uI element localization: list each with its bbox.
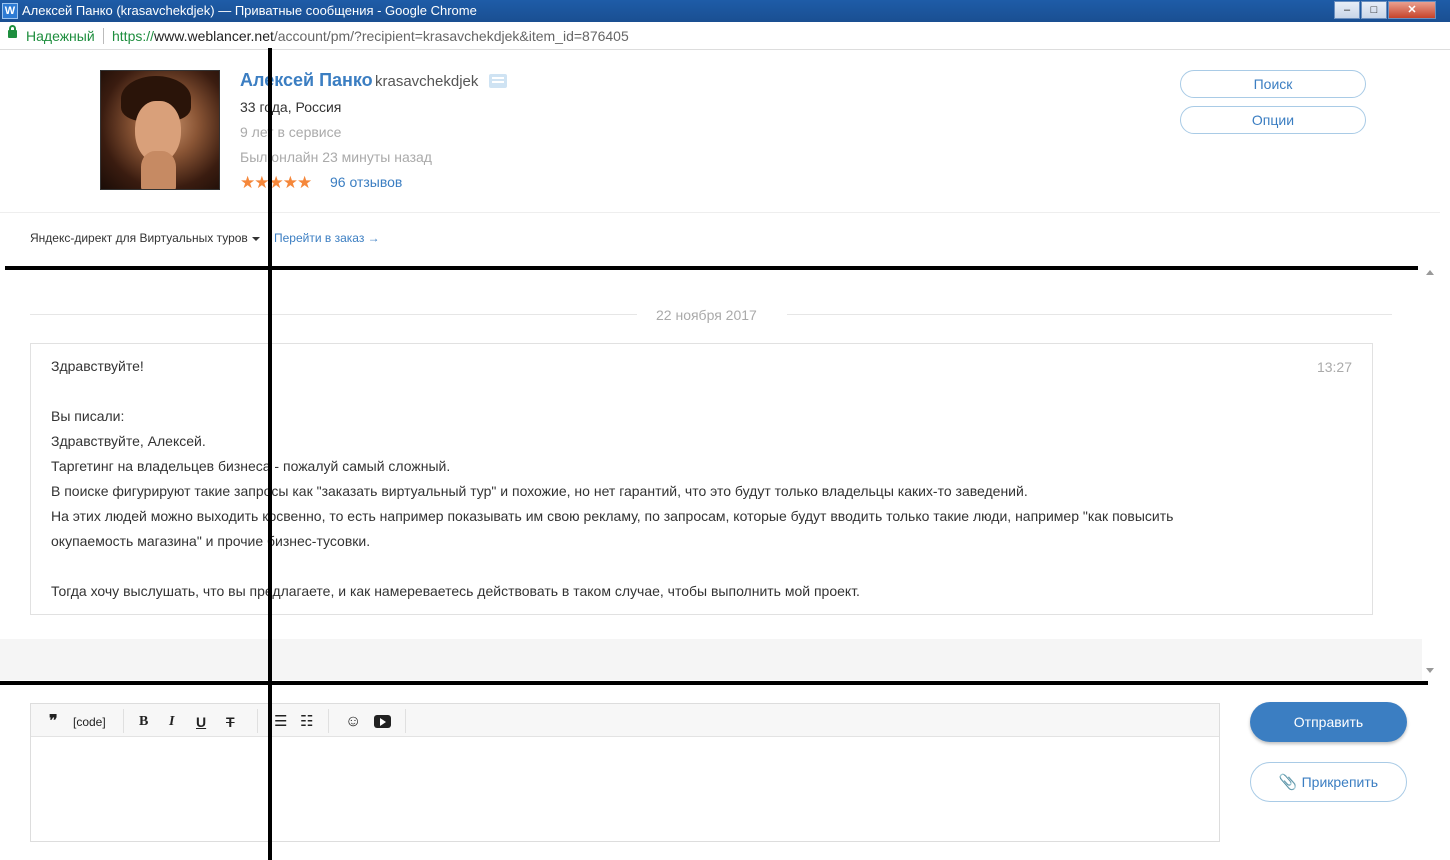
avatar[interactable] — [100, 70, 220, 190]
message-line: Тогда хочу выслушать, что вы предлагаете… — [51, 583, 860, 599]
scroll-down-arrow-icon[interactable] — [1426, 668, 1434, 673]
message-line: Таргетинг на владельцев бизнеса - пожалу… — [51, 458, 451, 474]
message-editor[interactable]: ❞ [code] B I U T ☰ ☷ ☺ — [30, 703, 1220, 842]
address-separator — [103, 28, 104, 44]
lock-icon[interactable] — [8, 25, 17, 38]
options-button[interactable]: Опции — [1180, 106, 1366, 134]
date-divider-left — [30, 314, 637, 315]
window-title-bar: W Алексей Панко (krasavchekdjek) — Прива… — [0, 0, 1450, 22]
project-dropdown[interactable]: Яндекс-директ для Виртуальных туров — [30, 231, 260, 245]
quote-icon[interactable]: ❞ — [49, 713, 58, 731]
editor-textarea[interactable] — [31, 737, 1219, 841]
date-divider-right — [787, 314, 1392, 315]
profile-login: krasavchekdjek — [375, 73, 479, 90]
send-button[interactable]: Отправить — [1250, 702, 1407, 742]
underline-button[interactable]: U — [196, 713, 206, 731]
bold-button[interactable]: B — [139, 713, 148, 731]
maximize-button[interactable]: □ — [1361, 1, 1387, 19]
profile-age-location: 33 года, Россия — [240, 99, 342, 115]
rating-stars: ★★★★★ — [240, 173, 312, 192]
toolbar-separator — [257, 709, 258, 733]
avatar-hand — [141, 151, 176, 189]
profile-years-in-service: 9 лет в сервисе — [240, 124, 342, 140]
code-button[interactable]: [code] — [73, 713, 106, 731]
attach-label: Прикрепить — [1301, 774, 1379, 790]
url-path: /account/pm/?recipient=krasavchekdjek&it… — [273, 28, 629, 44]
message-line: Вы писали: — [51, 408, 125, 424]
go-to-order-link[interactable]: Перейти в заказ → — [274, 231, 380, 245]
note-icon[interactable] — [489, 74, 507, 88]
attach-button[interactable]: 📎 Прикрепить — [1250, 762, 1407, 802]
weblancer-app-icon: W — [2, 3, 18, 19]
search-button[interactable]: Поиск — [1180, 70, 1366, 98]
message-line: В поиске фигурируют такие запросы как "з… — [51, 483, 1028, 499]
secure-label[interactable]: Надежный — [26, 28, 95, 44]
message-line: Здравствуйте! — [51, 358, 144, 374]
strikethrough-button[interactable]: T — [226, 713, 235, 731]
minimize-button[interactable]: – — [1334, 1, 1360, 19]
caret-down-icon — [251, 236, 260, 241]
bullet-list-icon[interactable]: ☰ — [274, 713, 287, 731]
annotation-line-horizontal-top — [5, 266, 1418, 270]
toolbar-separator — [328, 709, 329, 733]
annotation-line-vertical — [268, 48, 272, 860]
date-separator: 22 ноября 2017 — [656, 307, 757, 323]
emoji-icon[interactable]: ☺ — [345, 713, 361, 731]
message-bubble: 13:27 Здравствуйте! Вы писали: Здравству… — [30, 343, 1373, 615]
message-line: Здравствуйте, Алексей. — [51, 433, 206, 449]
message-time: 13:27 — [1316, 359, 1352, 375]
profile-name-link[interactable]: Алексей Панко — [240, 70, 373, 91]
toolbar-separator — [123, 709, 124, 733]
url-text[interactable]: https://www.weblancer.net/account/pm/?re… — [112, 28, 629, 44]
window-title: Алексей Панко (krasavchekdjek) — Приватн… — [22, 3, 477, 18]
message-line: окупаемость магазина" и прочие бизнес-ту… — [51, 533, 371, 549]
annotation-line-horizontal-bottom — [0, 681, 1428, 685]
paperclip-icon: 📎 — [1278, 774, 1298, 791]
editor-toolbar: ❞ [code] B I U T ☰ ☷ ☺ — [31, 704, 1219, 737]
reviews-link[interactable]: 96 отзывов — [330, 174, 402, 190]
toolbar-separator — [405, 709, 406, 733]
header-divider — [0, 212, 1440, 213]
scroll-up-arrow-icon[interactable] — [1426, 270, 1434, 275]
url-host: www.weblancer.net — [154, 28, 274, 44]
address-bar[interactable]: Надежный https://www.weblancer.net/accou… — [0, 22, 1450, 50]
numbered-list-icon[interactable]: ☷ — [300, 713, 313, 731]
message-line: На этих людей можно выходить косвенно, т… — [51, 508, 1174, 524]
url-scheme: https:// — [112, 28, 155, 44]
video-icon[interactable] — [374, 715, 391, 728]
close-window-button[interactable]: ✕ — [1388, 1, 1436, 19]
project-dropdown-label: Яндекс-директ для Виртуальных туров — [30, 231, 248, 245]
italic-button[interactable]: I — [169, 713, 174, 731]
